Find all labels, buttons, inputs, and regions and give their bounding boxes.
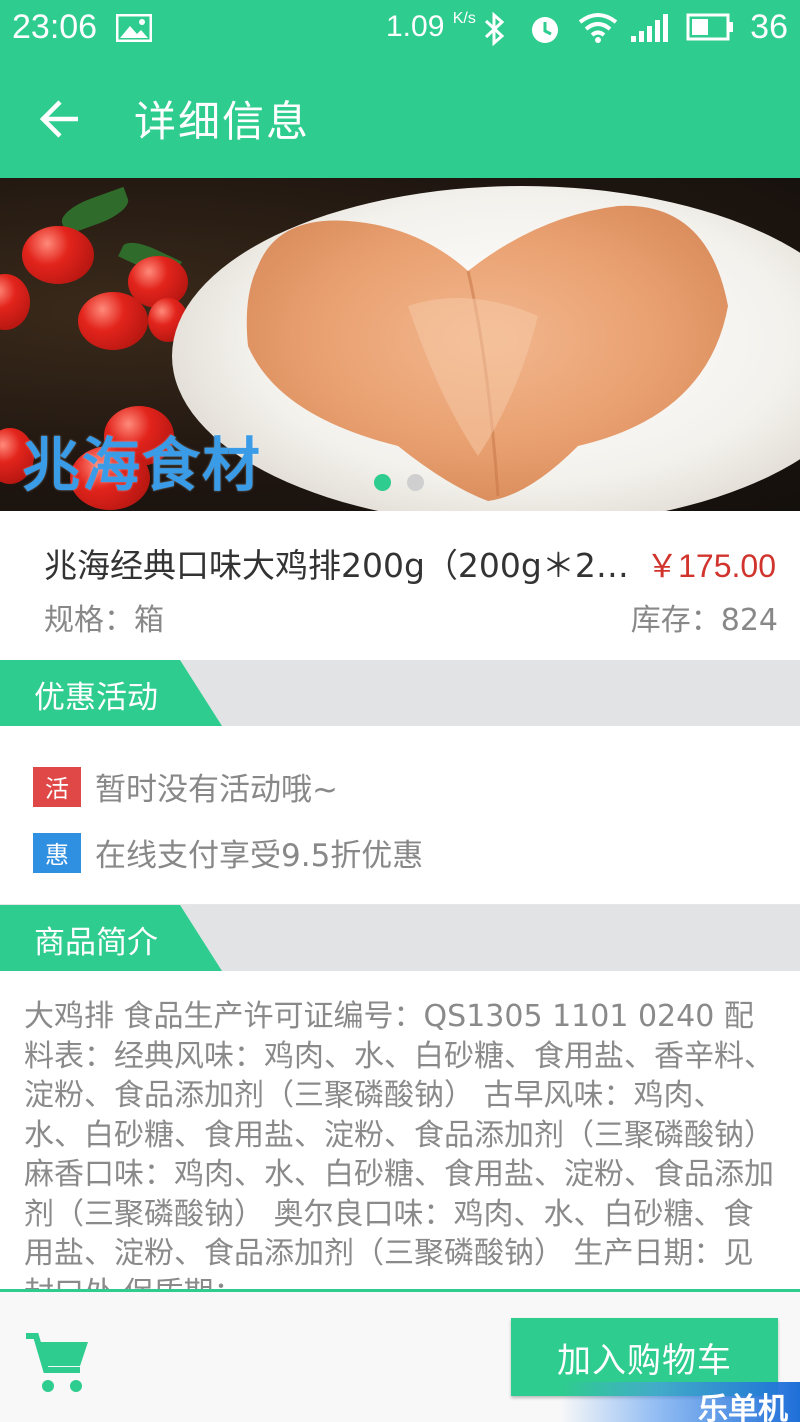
promotions-list: 活 暂时没有活动哦~ 惠 在线支付享受9.5折优惠 bbox=[0, 726, 800, 905]
description-header: 商品简介 bbox=[0, 905, 800, 971]
status-bar: 23:06 1.09 K/s 36 bbox=[0, 0, 800, 58]
promo-item: 惠 在线支付享受9.5折优惠 bbox=[33, 830, 423, 875]
product-name: 兆海经典口味大鸡排200g（200g＊20/箱） bbox=[44, 546, 644, 585]
network-speed: 1.09 K/s bbox=[386, 10, 476, 43]
product-description: 大鸡排 食品生产许可证编号：QS1305 1101 0240 配料表：经典风味：… bbox=[0, 971, 800, 1289]
carousel-indicator bbox=[374, 474, 424, 491]
product-price: ￥175.00 bbox=[646, 548, 776, 584]
page-title: 详细信息 bbox=[134, 97, 311, 146]
product-image-carousel[interactable]: 兆海食材 bbox=[0, 178, 800, 511]
tomato-decoration bbox=[22, 226, 94, 284]
carousel-dot[interactable] bbox=[407, 474, 424, 491]
discount-badge: 惠 bbox=[33, 832, 81, 873]
tomato-decoration bbox=[78, 292, 148, 350]
battery-level: 36 bbox=[750, 8, 788, 46]
alarm-icon bbox=[532, 17, 558, 43]
app-bar: 详细信息 bbox=[0, 58, 800, 178]
product-stock: 库存：824 bbox=[630, 603, 778, 638]
product-info: 兆海经典口味大鸡排200g（200g＊20/箱） ￥175.00 规格：箱 库存… bbox=[0, 511, 800, 660]
carousel-dot-active[interactable] bbox=[374, 474, 391, 491]
arrow-left-icon[interactable] bbox=[38, 96, 84, 142]
shopping-cart-icon[interactable] bbox=[24, 1330, 92, 1396]
section-title: 优惠活动 bbox=[34, 680, 158, 716]
promotions-header: 优惠活动 bbox=[0, 660, 800, 726]
section-title: 商品简介 bbox=[34, 925, 158, 961]
image-icon bbox=[116, 14, 152, 42]
chicken-breast-image bbox=[246, 205, 728, 502]
wifi-icon bbox=[578, 13, 618, 43]
description-text: 大鸡排 食品生产许可证编号：QS1305 1101 0240 配料表：经典风味：… bbox=[24, 999, 774, 1289]
promo-item: 活 暂时没有活动哦~ bbox=[33, 764, 338, 809]
promo-text: 在线支付享受9.5折优惠 bbox=[95, 838, 424, 874]
battery-icon bbox=[686, 13, 733, 41]
product-spec: 规格：箱 bbox=[44, 603, 164, 638]
bluetooth-icon bbox=[484, 12, 505, 46]
promo-text: 暂时没有活动哦~ bbox=[95, 772, 338, 808]
tomato-decoration bbox=[0, 274, 30, 330]
signal-icon bbox=[631, 14, 668, 42]
activity-badge: 活 bbox=[33, 766, 81, 807]
watermark-text: 乐单机 bbox=[698, 1392, 788, 1422]
status-time: 23:06 bbox=[12, 8, 98, 46]
brand-watermark: 兆海食材 bbox=[22, 431, 263, 499]
site-watermark: 乐单机 bbox=[560, 1382, 800, 1422]
